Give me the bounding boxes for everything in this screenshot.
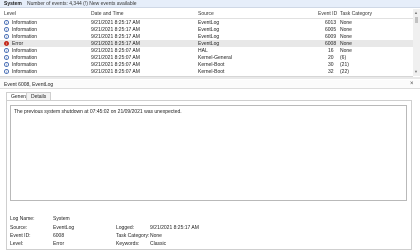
info-icon: i bbox=[4, 62, 9, 67]
column-header-event-id[interactable]: Event ID bbox=[318, 11, 337, 17]
pane-splitter[interactable] bbox=[0, 77, 420, 79]
table-row[interactable]: i Information 9/21/2021 8:25:07 AM Kerne… bbox=[0, 68, 413, 75]
table-row[interactable]: i Information 9/21/2021 8:25:17 AM Event… bbox=[0, 33, 413, 40]
info-icon: i bbox=[4, 48, 9, 53]
log-name-value: System bbox=[53, 216, 70, 222]
table-row-selected[interactable]: ! Error 9/21/2021 8:25:17 AM EventLog 60… bbox=[0, 40, 413, 47]
table-row[interactable]: i Information 9/21/2021 8:25:07 AM Kerne… bbox=[0, 54, 413, 61]
table-row[interactable]: i Information 9/21/2021 8:25:17 AM Event… bbox=[0, 19, 413, 26]
event-message-box[interactable]: The previous system shutdown at 07:45:02… bbox=[10, 105, 407, 201]
event-id-label: Event ID: bbox=[10, 233, 31, 239]
column-header-date[interactable]: Date and Time bbox=[91, 11, 124, 17]
source-value: EventLog bbox=[53, 225, 75, 231]
keywords-value: Classic bbox=[150, 241, 167, 247]
scroll-thumb[interactable] bbox=[415, 17, 418, 23]
events-table[interactable]: Level Date and Time Source Event ID Task… bbox=[0, 9, 413, 77]
level-label: Level: bbox=[10, 241, 24, 247]
info-icon: i bbox=[4, 20, 9, 25]
logged-value: 9/21/2021 8:25:17 AM bbox=[150, 225, 199, 231]
logged-label: Logged: bbox=[116, 225, 135, 231]
table-row[interactable]: i Information 9/21/2021 8:25:07 AM Kerne… bbox=[0, 61, 413, 68]
task-category-label: Task Category: bbox=[116, 233, 150, 239]
table-row[interactable]: i Information 9/21/2021 8:25:17 AM Event… bbox=[0, 26, 413, 33]
scroll-up-icon[interactable]: ▲ bbox=[414, 10, 418, 15]
task-category-value: None bbox=[150, 233, 162, 239]
keywords-label: Keywords: bbox=[116, 241, 140, 247]
event-message: The previous system shutdown at 07:45:02… bbox=[14, 109, 182, 115]
event-count-status: Number of events: 4,344 (!) New events a… bbox=[27, 1, 137, 7]
log-header-bar: System Number of events: 4,344 (!) New e… bbox=[0, 0, 420, 8]
info-icon: i bbox=[4, 55, 9, 60]
source-label: Source: bbox=[10, 225, 28, 231]
column-header-task-category[interactable]: Task Category bbox=[340, 11, 372, 17]
column-header-source[interactable]: Source bbox=[198, 11, 214, 17]
row-source: Kernel-Boot bbox=[198, 69, 225, 75]
events-table-scrollbar[interactable]: ▲ ▼ bbox=[413, 9, 420, 76]
event-detail-header: Event 6008, EventLog × bbox=[0, 80, 420, 89]
row-event-id: 32 bbox=[328, 69, 334, 75]
row-level: Information bbox=[12, 69, 38, 75]
log-name-label: Log Name: bbox=[10, 216, 35, 222]
events-table-header: Level Date and Time Source Event ID Task… bbox=[0, 9, 413, 19]
event-id-value: 6008 bbox=[53, 233, 65, 239]
row-date: 9/21/2021 8:25:07 AM bbox=[91, 69, 140, 75]
close-icon[interactable]: × bbox=[410, 81, 414, 87]
info-icon: i bbox=[4, 34, 9, 39]
error-icon: ! bbox=[4, 41, 9, 46]
level-value: Error bbox=[53, 241, 65, 247]
event-detail-title: Event 6008, EventLog bbox=[4, 82, 54, 88]
info-icon: i bbox=[4, 27, 9, 32]
scroll-down-icon[interactable]: ▼ bbox=[414, 69, 418, 74]
table-row[interactable]: i Information 9/21/2021 8:25:07 AM HAL 1… bbox=[0, 47, 413, 54]
log-title: System bbox=[4, 1, 22, 7]
column-header-level[interactable]: Level bbox=[4, 11, 16, 17]
row-task-category: (22) bbox=[340, 69, 349, 75]
info-icon: i bbox=[4, 69, 9, 74]
